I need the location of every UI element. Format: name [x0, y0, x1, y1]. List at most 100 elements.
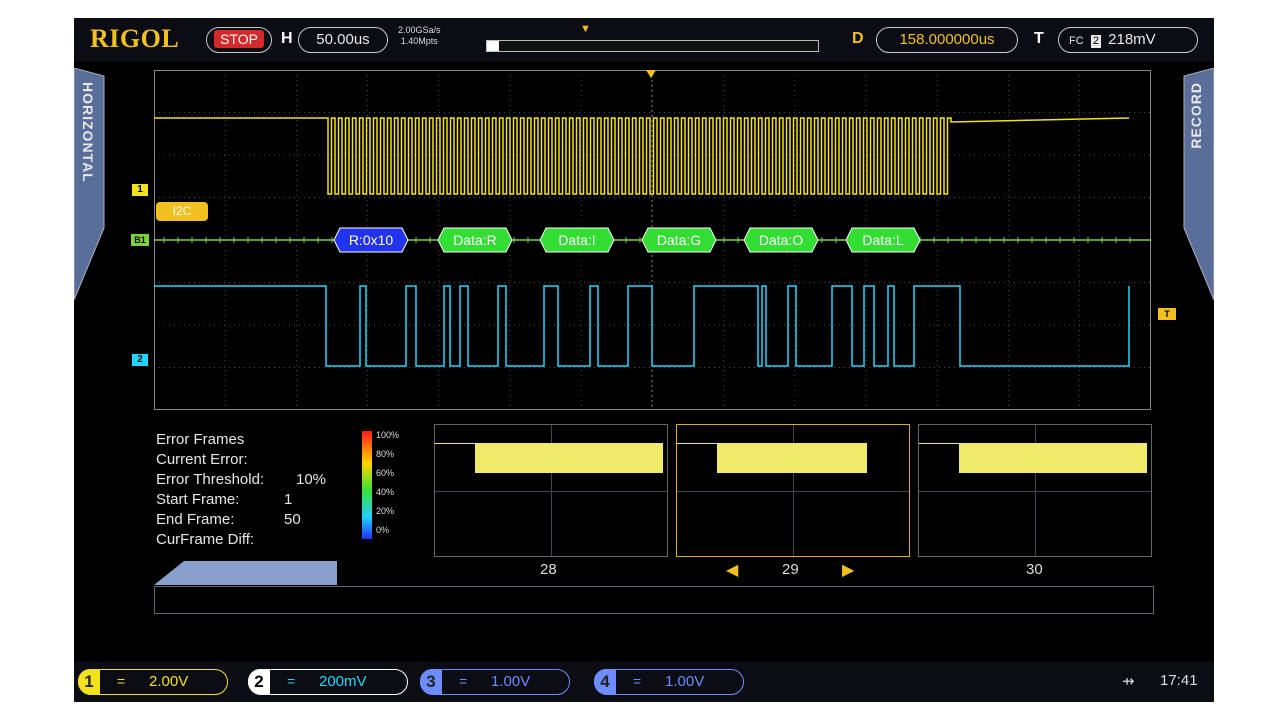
error-stat-label: CurFrame Diff:: [156, 531, 255, 548]
channel-3-button[interactable]: 3 = 1.00V: [420, 669, 570, 695]
frame-number: 28: [540, 561, 557, 578]
channel-number: 2: [248, 669, 270, 694]
frame-thumbnail[interactable]: [918, 424, 1152, 557]
scale-tick-label: 0%: [376, 525, 390, 535]
error-stat-row: End Frame: 50: [156, 510, 301, 530]
next-frame-icon[interactable]: ▶: [842, 560, 854, 580]
error-stat-label: Start Frame:: [156, 491, 240, 508]
frame-trace-block: [959, 443, 1147, 473]
channel-2-button[interactable]: 2 = 200mV: [248, 669, 408, 695]
frame-navigator-thumb[interactable]: [154, 561, 337, 585]
ch2-waveform: [154, 285, 1130, 367]
trigger-field[interactable]: FC 2 218mV: [1058, 27, 1198, 53]
coupling-dc-icon: =: [633, 673, 642, 689]
prev-frame-icon[interactable]: ◀: [726, 560, 738, 580]
error-stat-value: 10%: [296, 471, 327, 488]
decode-packet-label: Data:G: [657, 232, 701, 248]
scale-tick-label: 60%: [376, 468, 395, 478]
bus-type-label: I2C: [156, 202, 208, 221]
error-stat-label: Current Error:: [156, 451, 248, 468]
channel-4-button[interactable]: 4 = 1.00V: [594, 669, 744, 695]
timebase-field[interactable]: 50.00us: [298, 27, 388, 53]
record-tab-label: RECORD: [1188, 82, 1204, 149]
coupling-dc-icon: =: [287, 673, 296, 689]
scale-tick-label: 100%: [376, 430, 400, 440]
scope-screen: RIGOL STOP H 50.00us 2.00GSa/s 1.40Mpts …: [74, 18, 1214, 702]
frame-number-selected: 29: [782, 561, 799, 578]
channel-number: 3: [420, 669, 442, 694]
decode-packet[interactable]: R:0x10: [333, 227, 409, 253]
trigger-slope-icon: 2: [1090, 35, 1101, 48]
channel-scale: 1.00V: [491, 673, 531, 690]
frame-trace-lead: [435, 443, 475, 444]
decode-packet[interactable]: Data:O: [743, 227, 819, 253]
delay-label: D: [852, 30, 864, 47]
scale-tick-label: 80%: [376, 449, 395, 459]
decode-packet[interactable]: Data:R: [437, 227, 513, 253]
frame-trace-lead: [677, 443, 717, 444]
horizontal-side-tab[interactable]: HORIZONTAL: [74, 67, 108, 308]
memory-depth: 1.40Mpts: [400, 36, 438, 46]
channel-scale: 2.00V: [149, 673, 189, 690]
acquisition-info: 2.00GSa/s 1.40Mpts: [398, 25, 441, 47]
coupling-dc-icon: =: [459, 673, 468, 689]
trigger-level-marker[interactable]: T: [1158, 308, 1176, 320]
horizontal-tab-label: HORIZONTAL: [80, 82, 96, 183]
error-stat-row: CurFrame Diff:: [156, 530, 264, 550]
error-stat-row: Current Error:: [156, 450, 264, 470]
ch1-waveform: [154, 117, 1130, 195]
clock: 17:41: [1160, 672, 1198, 689]
memory-position-bar[interactable]: [486, 40, 819, 52]
error-stat-label: Error Frames: [156, 431, 245, 448]
memory-window-indicator: [487, 41, 499, 51]
trigger-source-icon: FC: [1069, 35, 1084, 47]
channel-number: 4: [594, 669, 616, 694]
frame-trace-lead: [919, 443, 959, 444]
run-state-label: STOP: [214, 30, 264, 48]
error-stat-row: Error Threshold: 10%: [156, 470, 326, 490]
delay-field[interactable]: 158.000000us: [876, 27, 1018, 53]
frame-trace-block: [475, 443, 663, 473]
error-stat-label: Error Threshold:: [156, 471, 265, 488]
bus-marker[interactable]: B1: [131, 234, 149, 246]
error-stat-label: End Frame:: [156, 511, 235, 528]
error-stat-value: 50: [284, 511, 301, 528]
trigger-label: T: [1034, 30, 1044, 47]
coupling-dc-icon: =: [117, 673, 126, 689]
decode-packet-label: Data:O: [759, 232, 803, 248]
decode-packet-label: R:0x10: [349, 232, 394, 248]
run-stop-button[interactable]: STOP: [206, 27, 272, 53]
decode-packet[interactable]: Data:I: [539, 227, 615, 253]
waveform-grid[interactable]: R:0x10 Data:R Data:I Data:G Data:O Data:L: [154, 70, 1151, 410]
decode-packet-label: Data:I: [558, 232, 595, 248]
frame-thumbnail-selected[interactable]: [676, 424, 910, 557]
decode-packet[interactable]: Data:G: [641, 227, 717, 253]
ch1-marker[interactable]: 1: [132, 184, 148, 196]
usb-icon: ⇸: [1122, 673, 1135, 690]
error-stat-row: Start Frame: 1: [156, 490, 292, 510]
rigol-logo: RIGOL: [90, 24, 180, 53]
channel-number: 1: [78, 669, 100, 694]
channel-1-button[interactable]: 1 = 2.00V: [78, 669, 228, 695]
scale-tick-label: 40%: [376, 487, 395, 497]
trigger-level: 218mV: [1108, 31, 1156, 48]
frame-thumbnail[interactable]: [434, 424, 668, 557]
error-stat-value: 1: [284, 491, 293, 508]
channel-status-bar: 1 = 2.00V 2 = 200mV 3 = 1.00V 4 = 1.00V ⇸ 17:41: [74, 662, 1214, 702]
channel-scale: 1.00V: [665, 673, 705, 690]
top-status-bar: RIGOL STOP H 50.00us 2.00GSa/s 1.40Mpts …: [74, 18, 1214, 62]
error-color-scale: [362, 431, 372, 539]
sample-rate: 2.00GSa/s: [398, 25, 441, 35]
ch2-marker[interactable]: 2: [132, 354, 148, 366]
decode-packet-label: Data:R: [453, 232, 497, 248]
decode-packet[interactable]: Data:L: [845, 227, 921, 253]
error-stats: Error Frames Current Error: Error Threshol…: [156, 430, 326, 550]
trigger-position-marker-icon: ▼: [580, 23, 591, 35]
horizontal-label: H: [281, 30, 293, 47]
frame-navigator-track[interactable]: [154, 586, 1154, 614]
record-side-tab[interactable]: RECORD: [1180, 67, 1214, 308]
frame-number: 30: [1026, 561, 1043, 578]
frame-trace-block: [717, 443, 867, 473]
error-stat-row: Error Frames: [156, 430, 264, 450]
decode-packet-label: Data:L: [862, 232, 903, 248]
